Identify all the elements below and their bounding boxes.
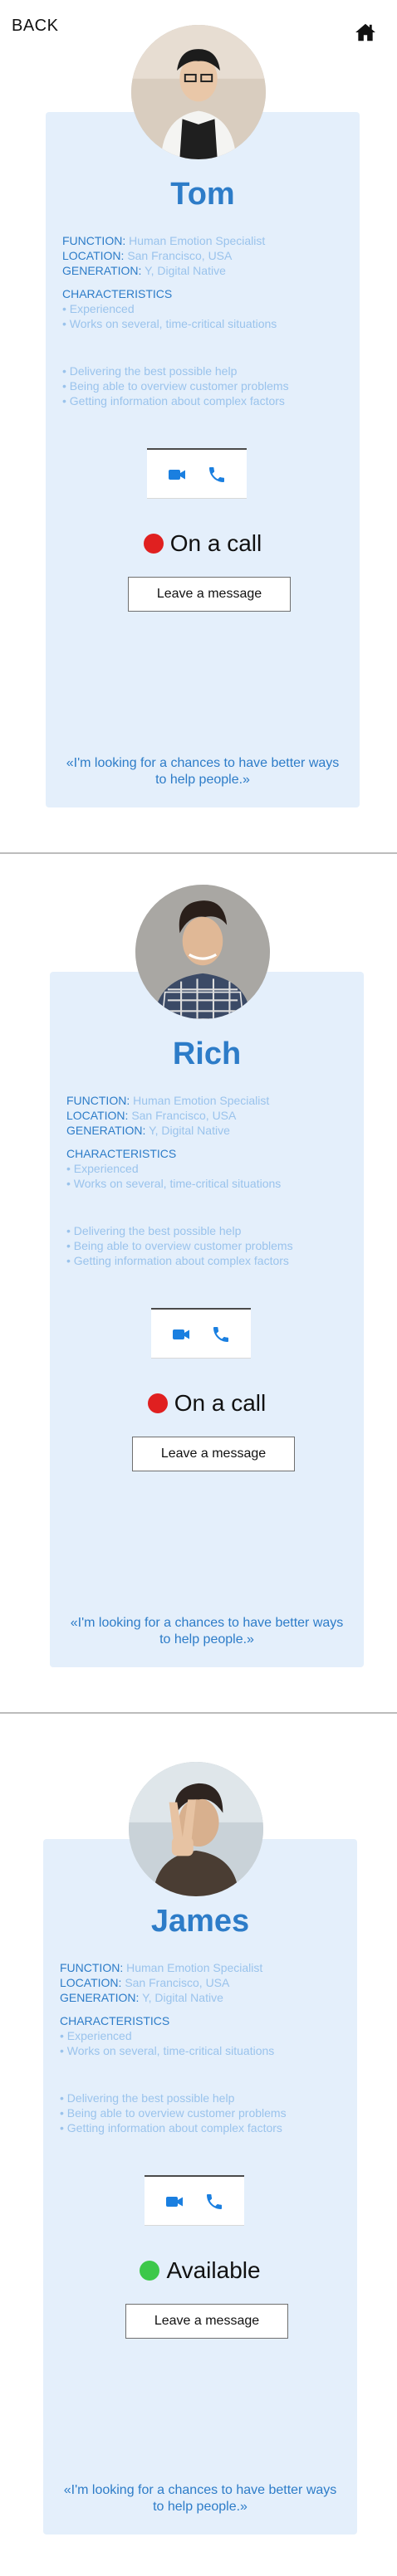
strength-item: • Being able to overview customer proble… xyxy=(62,379,289,393)
profile-name: Tom xyxy=(170,177,235,212)
characteristic-item: • Works on several, time-critical situat… xyxy=(66,1177,282,1190)
status-available-icon xyxy=(140,2261,160,2281)
status-text: Available xyxy=(166,2257,261,2283)
strength-item: • Delivering the best possible help xyxy=(60,2091,235,2105)
profile-name: Rich xyxy=(172,1037,242,1071)
function-label: FUNCTION: xyxy=(66,1094,130,1107)
generation-value: Y, Digital Native xyxy=(142,1991,223,2004)
generation-label: GENERATION: xyxy=(60,1991,140,2004)
presence-status: Available xyxy=(43,2257,357,2287)
characteristics: CHARACTERISTICS • Experienced • Works on… xyxy=(60,2013,274,2058)
status-text: On a call xyxy=(169,530,262,556)
function-value: Human Emotion Specialist xyxy=(129,234,266,247)
function-value: Human Emotion Specialist xyxy=(133,1094,270,1107)
strength-item: • Getting information about complex fact… xyxy=(66,1254,289,1267)
strength-item: • Being able to overview customer proble… xyxy=(60,2106,287,2120)
location-label: LOCATION: xyxy=(60,1976,122,1989)
generation-value: Y, Digital Native xyxy=(149,1124,230,1137)
strength-item: • Getting information about complex fact… xyxy=(62,394,285,407)
profile-photo xyxy=(129,1762,263,1896)
profile-section: James FUNCTION: Human Emotion Specialist… xyxy=(0,1716,397,2575)
presence-status: On a call xyxy=(46,530,360,560)
characteristics-heading: CHARACTERISTICS xyxy=(62,287,173,300)
person-photo-icon xyxy=(129,1762,263,1896)
status-text: On a call xyxy=(174,1390,267,1416)
location-value: San Francisco, USA xyxy=(127,249,233,262)
location-value: San Francisco, USA xyxy=(131,1109,237,1122)
section-divider xyxy=(0,1712,397,1714)
strength-item: • Getting information about complex fact… xyxy=(60,2121,282,2134)
phone-icon[interactable] xyxy=(211,1325,231,1344)
location-value: San Francisco, USA xyxy=(125,1976,230,1989)
generation-label: GENERATION: xyxy=(62,264,142,277)
characteristics-heading: CHARACTERISTICS xyxy=(66,1147,177,1160)
location-label: LOCATION: xyxy=(62,249,125,262)
profile-section: Rich FUNCTION: Human Emotion Specialist … xyxy=(0,860,397,1719)
strength-item: • Delivering the best possible help xyxy=(66,1224,242,1237)
profile-card: Tom FUNCTION: Human Emotion Specialist L… xyxy=(46,112,360,807)
characteristic-item: • Works on several, time-critical situat… xyxy=(60,2044,275,2057)
status-busy-icon xyxy=(147,1393,168,1413)
person-photo-icon xyxy=(131,25,266,159)
profile-card: Rich FUNCTION: Human Emotion Specialist … xyxy=(50,972,364,1667)
strength-item: • Delivering the best possible help xyxy=(62,364,238,378)
video-call-icon[interactable] xyxy=(167,465,187,485)
profile-card: James FUNCTION: Human Emotion Specialist… xyxy=(43,1839,357,2535)
generation-label: GENERATION: xyxy=(66,1124,146,1137)
profile-name: James xyxy=(150,1904,250,1939)
characteristic-item: • Works on several, time-critical situat… xyxy=(62,317,277,330)
profile-quote: «I'm looking for a chances to have bette… xyxy=(66,756,340,787)
section-divider xyxy=(0,852,397,854)
leave-message-button[interactable]: Leave a message xyxy=(132,1437,295,1471)
characteristic-item: • Experienced xyxy=(60,2029,132,2042)
contact-actions xyxy=(151,1308,251,1359)
strengths-list: • Delivering the best possible help • Be… xyxy=(62,363,289,408)
strength-item: • Being able to overview customer proble… xyxy=(66,1239,293,1252)
video-call-icon[interactable] xyxy=(164,2192,184,2212)
function-label: FUNCTION: xyxy=(60,1961,124,1974)
strengths-list: • Delivering the best possible help • Be… xyxy=(66,1223,293,1268)
presence-status: On a call xyxy=(50,1390,364,1420)
phone-icon[interactable] xyxy=(207,465,227,485)
location-label: LOCATION: xyxy=(66,1109,129,1122)
generation-value: Y, Digital Native xyxy=(145,264,226,277)
characteristics-heading: CHARACTERISTICS xyxy=(60,2014,170,2027)
profile-info: FUNCTION: Human Emotion Specialist LOCAT… xyxy=(60,1960,262,2005)
video-call-icon[interactable] xyxy=(171,1325,191,1344)
person-photo-icon xyxy=(135,885,270,1019)
profile-info: FUNCTION: Human Emotion Specialist LOCAT… xyxy=(66,1093,269,1138)
profile-info: FUNCTION: Human Emotion Specialist LOCAT… xyxy=(62,233,265,278)
contact-actions xyxy=(145,2175,244,2226)
characteristic-item: • Experienced xyxy=(62,302,135,315)
characteristic-item: • Experienced xyxy=(66,1162,139,1175)
leave-message-button[interactable]: Leave a message xyxy=(125,2304,288,2339)
profile-photo xyxy=(131,25,266,159)
profile-section: Tom FUNCTION: Human Emotion Specialist L… xyxy=(0,0,397,859)
characteristics: CHARACTERISTICS • Experienced • Works on… xyxy=(66,1146,281,1191)
strengths-list: • Delivering the best possible help • Be… xyxy=(60,2091,287,2135)
leave-message-button[interactable]: Leave a message xyxy=(128,577,291,612)
status-busy-icon xyxy=(143,534,164,554)
function-value: Human Emotion Specialist xyxy=(126,1961,263,1974)
profile-quote: «I'm looking for a chances to have bette… xyxy=(70,1616,344,1647)
contact-actions xyxy=(147,448,247,499)
phone-icon[interactable] xyxy=(204,2192,224,2212)
profile-photo xyxy=(135,885,270,1019)
characteristics: CHARACTERISTICS • Experienced • Works on… xyxy=(62,286,277,331)
function-label: FUNCTION: xyxy=(62,234,126,247)
profile-quote: «I'm looking for a chances to have bette… xyxy=(63,2483,337,2514)
